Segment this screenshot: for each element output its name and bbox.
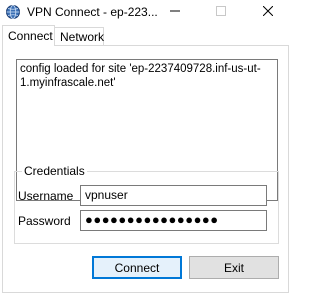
exit-button[interactable]: Exit <box>189 256 279 279</box>
tab-strip: Connect Network <box>0 25 291 46</box>
tab-network[interactable]: Network <box>55 27 104 46</box>
window-title: VPN Connect - ep-223... <box>27 5 158 19</box>
connect-tab-panel: config loaded for site 'ep-2237409728.in… <box>2 45 289 293</box>
username-label: Username <box>18 189 74 203</box>
tab-connect[interactable]: Connect <box>2 25 55 46</box>
connect-button[interactable]: Connect <box>92 256 182 279</box>
minimize-icon <box>170 6 180 19</box>
maximize-button[interactable] <box>198 0 244 25</box>
minimize-button[interactable] <box>152 0 198 25</box>
password-label: Password <box>18 214 71 228</box>
vpn-connect-window: VPN Connect - ep-223... Connect Network … <box>0 0 291 295</box>
title-bar[interactable]: VPN Connect - ep-223... <box>0 0 291 25</box>
password-field[interactable]: ●●●●●●●●●●●●●●●● <box>80 210 267 231</box>
credentials-group: Credentials <box>14 164 279 244</box>
globe-icon <box>5 4 21 20</box>
close-button[interactable] <box>245 0 291 25</box>
username-field[interactable]: vpnuser <box>80 185 267 206</box>
close-icon <box>262 5 274 19</box>
credentials-legend: Credentials <box>22 164 87 178</box>
maximize-icon <box>216 6 226 19</box>
